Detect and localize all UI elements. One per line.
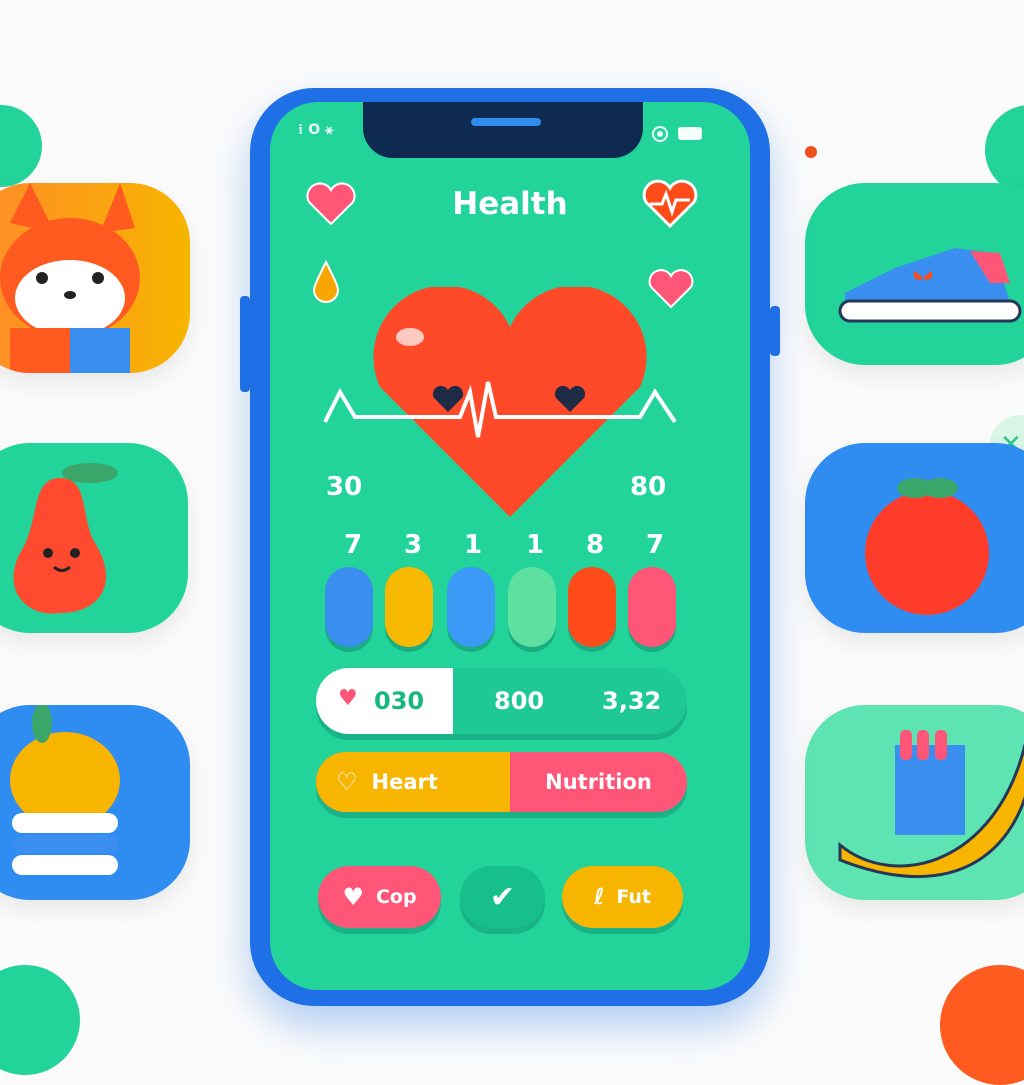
digit-label: 1	[464, 530, 483, 560]
pear-icon	[13, 463, 118, 614]
side-button	[240, 296, 250, 392]
segment-heart[interactable]: ♡ Heart	[316, 752, 510, 812]
pill-toggle[interactable]	[385, 567, 433, 647]
sneaker-icon	[838, 248, 1022, 323]
speaker	[471, 118, 541, 126]
phone-frame: ⁞ O ⚹ Health 30 80 7 3 1 1 8 7 ♥ 030 800…	[240, 88, 780, 1006]
heart-pulse-icon[interactable]	[640, 178, 700, 230]
decor-circle	[0, 105, 42, 187]
hero-left-value: 30	[326, 472, 363, 502]
burger-icon	[10, 705, 120, 875]
digit-label: 3	[404, 530, 423, 560]
fut-label: Fut	[616, 886, 652, 908]
status-right-icons	[652, 126, 702, 142]
pill-toggle[interactable]	[628, 567, 676, 647]
pill-toggle[interactable]	[325, 567, 373, 647]
sneaker-tile[interactable]	[805, 183, 1024, 365]
side-button	[770, 306, 780, 356]
leaf-icon: ℓ	[593, 884, 605, 910]
stat-third: 3,32	[602, 687, 662, 715]
pill-toggle[interactable]	[447, 567, 495, 647]
check-icon: ✔	[489, 879, 516, 915]
notch	[363, 102, 643, 158]
tomato-tile[interactable]	[805, 443, 1024, 633]
cop-label: Cop	[375, 886, 417, 908]
banana-icon	[838, 730, 1024, 878]
decor-circle	[985, 105, 1024, 195]
pill-toggle[interactable]	[508, 567, 556, 647]
cop-button[interactable]: ♥ Cop	[318, 866, 441, 928]
stat-second: 800	[494, 687, 545, 715]
status-left-icons: ⁞ O ⚹	[298, 122, 334, 138]
pear-tile[interactable]	[0, 443, 188, 633]
segment-nutrition-label: Nutrition	[545, 770, 652, 794]
screen: ⁞ O ⚹ Health 30 80 7 3 1 1 8 7 ♥ 030 800…	[270, 102, 750, 990]
battery-icon	[678, 127, 702, 140]
fut-button[interactable]: ℓ Fut	[562, 866, 683, 928]
digit-label: 1	[526, 530, 545, 560]
decor-circle	[940, 965, 1024, 1085]
digit-label: 7	[646, 530, 665, 560]
segment-heart-label: Heart	[371, 770, 438, 794]
fox-avatar-tile[interactable]	[0, 183, 190, 373]
confirm-button[interactable]: ✔	[460, 866, 545, 928]
segment-nutrition[interactable]: Nutrition	[510, 752, 687, 812]
fox-avatar-icon	[0, 183, 140, 373]
digit-label: 7	[344, 530, 363, 560]
hero-right-value: 80	[630, 472, 667, 502]
digit-label: 8	[586, 530, 605, 560]
heart-outline-icon: ♡	[336, 768, 358, 796]
stats-bar: ♥ 030 800 3,32	[316, 668, 687, 734]
decor-dot	[805, 146, 817, 158]
heart-icon: ♥	[342, 883, 364, 911]
pill-toggle[interactable]	[568, 567, 616, 647]
burger-tile[interactable]	[0, 705, 190, 900]
stat-first: 030	[374, 687, 425, 715]
segment-control: ♡ Heart Nutrition	[316, 752, 687, 812]
heart-icon: ♥	[338, 686, 358, 711]
tomato-icon	[865, 478, 989, 615]
banana-tile[interactable]	[805, 705, 1024, 900]
decor-circle	[0, 965, 80, 1075]
